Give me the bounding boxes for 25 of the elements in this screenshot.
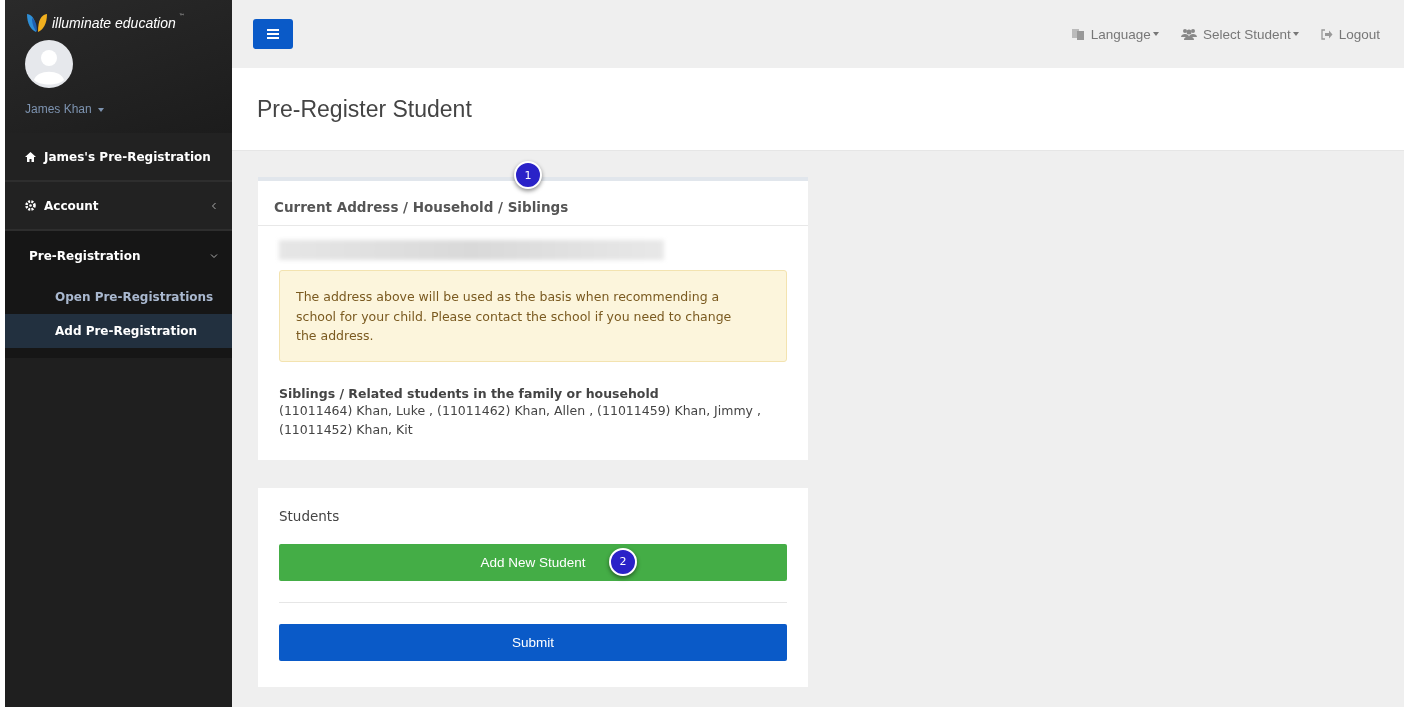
users-icon xyxy=(1180,28,1197,40)
step-badge: 1 xyxy=(514,161,542,189)
panel-title: Current Address / Household / Siblings xyxy=(258,181,808,226)
topbar-link[interactable]: Select Student xyxy=(1180,26,1299,42)
butterfly-logo-icon xyxy=(25,12,49,34)
siblings-heading: Siblings / Related students in the family or household xyxy=(279,385,660,401)
nav-subitem[interactable]: Add Pre-Registration xyxy=(5,314,232,348)
menu-button[interactable] xyxy=(253,19,293,49)
page-title: Pre-Register Student xyxy=(257,95,472,123)
user-menu[interactable]: James Khan xyxy=(25,102,105,116)
nav-item[interactable]: Pre-Registration xyxy=(5,231,232,280)
topbar-link[interactable]: Logout xyxy=(1320,26,1380,42)
settings-icon xyxy=(25,200,36,211)
topbar-link[interactable]: Language xyxy=(1071,26,1159,42)
nav-subitem[interactable]: Open Pre-Registrations xyxy=(5,280,232,314)
translate-icon xyxy=(1071,28,1085,40)
panel-title: Students xyxy=(279,507,341,524)
avatar-icon xyxy=(25,40,73,88)
logo-text: illuminate education xyxy=(52,15,176,31)
menu-icon xyxy=(267,29,279,39)
logout-icon xyxy=(1320,28,1333,40)
submit-button[interactable]: Submit xyxy=(279,623,787,661)
address-alert: The address above will be used as the basis when recommending a school for your child. Please contact the school if you need to change the address. xyxy=(279,270,787,362)
home-icon xyxy=(25,151,36,162)
siblings-list: (11011464) Khan, Luke , (11011462) Khan, Allen , (11011459) Khan, Jimmy , (11011452) Khan, Kit xyxy=(279,400,787,440)
